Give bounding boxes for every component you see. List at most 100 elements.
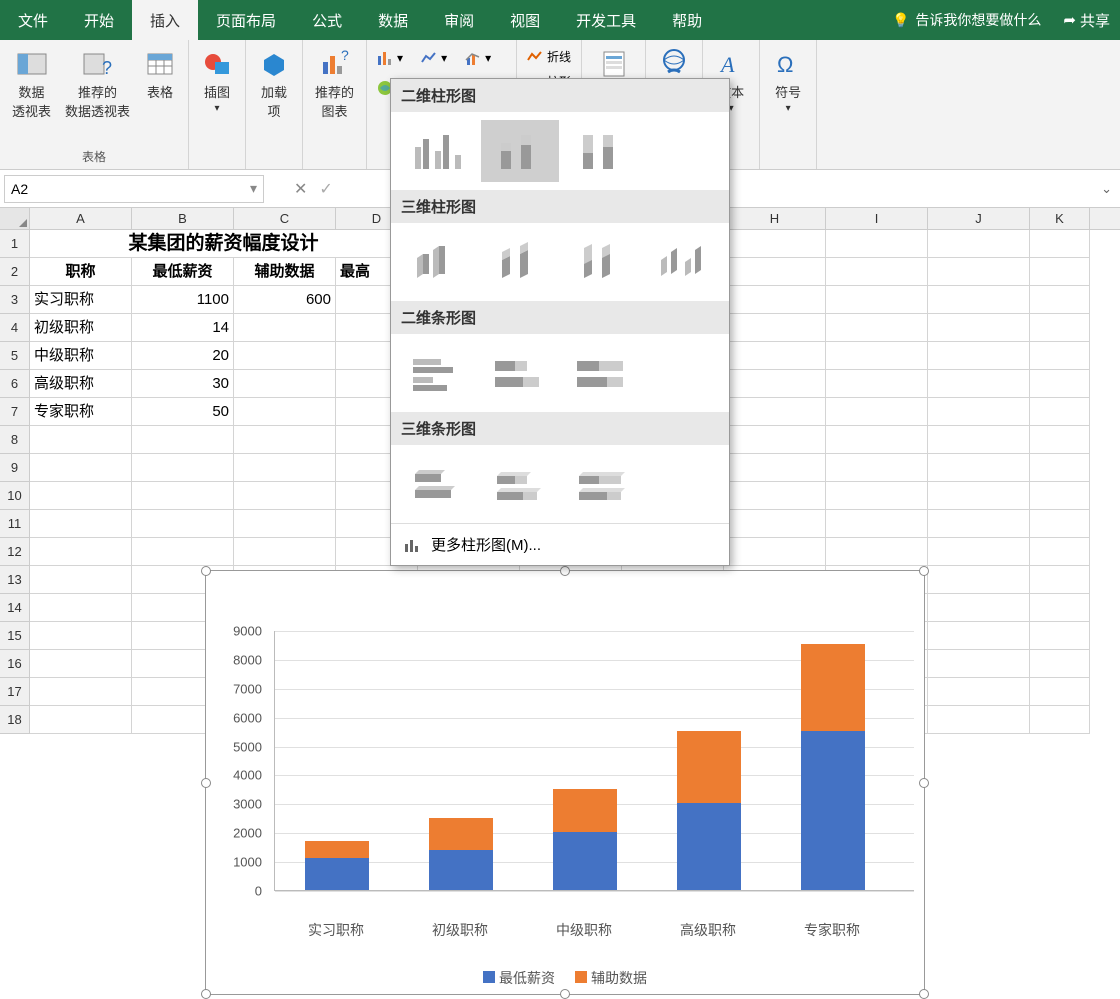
row-header[interactable]: 13 <box>0 566 30 594</box>
row-header[interactable]: 10 <box>0 482 30 510</box>
chart-thumb-3d-100stacked-bar[interactable] <box>563 453 641 515</box>
data-cell[interactable]: 高级职称 <box>30 370 132 398</box>
data-cell[interactable]: 中级职称 <box>30 342 132 370</box>
symbol-button[interactable]: Ω 符号 ▾ <box>768 44 808 118</box>
addin-label: 加载 项 <box>261 82 287 120</box>
rec-chart-label: 推荐的 图表 <box>315 82 354 120</box>
data-cell[interactable]: 初级职称 <box>30 314 132 342</box>
row-header[interactable]: 9 <box>0 454 30 482</box>
col-header[interactable]: J <box>928 208 1030 229</box>
chart-thumb-3d-stacked[interactable] <box>481 231 559 293</box>
row-header[interactable]: 3 <box>0 286 30 314</box>
symbol-icon: Ω <box>772 48 804 80</box>
chart-thumb-3d-clustered-bar[interactable] <box>399 453 477 515</box>
data-cell[interactable]: 14 <box>132 314 234 342</box>
col-header[interactable]: A <box>30 208 132 229</box>
chart-thumb-3d-stacked-bar[interactable] <box>481 453 559 515</box>
tab-developer[interactable]: 开发工具 <box>558 0 654 40</box>
embedded-chart[interactable]: 0100020003000400050006000700080009000 实习… <box>205 570 925 995</box>
row-header[interactable]: 6 <box>0 370 30 398</box>
share-button[interactable]: ➦ 共享 <box>1053 10 1120 31</box>
data-cell[interactable]: 30 <box>132 370 234 398</box>
tell-me[interactable]: 💡 告诉我你想要做什么 <box>880 10 1053 30</box>
col-header[interactable]: C <box>234 208 336 229</box>
row-header[interactable]: 18 <box>0 706 30 734</box>
data-cell[interactable]: 专家职称 <box>30 398 132 426</box>
pivot-label: 数据 透视表 <box>12 82 51 120</box>
dd-section-3d-bar: 三维条形图 <box>391 412 729 445</box>
header-cell[interactable]: 职称 <box>30 258 132 286</box>
tab-review[interactable]: 审阅 <box>426 0 492 40</box>
more-column-charts[interactable]: 更多柱形图(M)... <box>391 523 729 565</box>
line-chart-icon <box>421 50 437 66</box>
tab-pagelayout[interactable]: 页面布局 <box>198 0 294 40</box>
addins-button[interactable]: 加载 项 <box>254 44 294 124</box>
row-header[interactable]: 1 <box>0 230 30 258</box>
chart-thumb-clustered-column[interactable] <box>399 120 477 182</box>
recommended-charts-button[interactable]: ? 推荐的 图表 <box>311 44 358 124</box>
data-cell[interactable]: 600 <box>234 286 336 314</box>
data-cell[interactable]: 20 <box>132 342 234 370</box>
chart-thumb-3d-clustered[interactable] <box>399 231 477 293</box>
column-chart-button[interactable]: ▾ <box>375 48 405 68</box>
tab-data[interactable]: 数据 <box>360 0 426 40</box>
row-header[interactable]: 4 <box>0 314 30 342</box>
header-cell[interactable]: 最低薪资 <box>132 258 234 286</box>
line-chart-button[interactable]: ▾ <box>419 48 449 68</box>
row-header[interactable]: 15 <box>0 622 30 650</box>
x-axis-labels: 实习职称初级职称中级职称高级职称专家职称 <box>274 920 914 946</box>
row-header[interactable]: 14 <box>0 594 30 622</box>
tab-view[interactable]: 视图 <box>492 0 558 40</box>
header-cell[interactable]: 辅助数据 <box>234 258 336 286</box>
chart-thumb-stacked-column[interactable] <box>481 120 559 182</box>
select-all-corner[interactable] <box>0 208 30 229</box>
chart-thumb-stacked-bar[interactable] <box>481 342 559 404</box>
tell-me-label: 告诉我你想要做什么 <box>915 10 1041 30</box>
spark-line-label: 折线 <box>547 48 571 65</box>
data-cell[interactable]: 50 <box>132 398 234 426</box>
bulb-icon: 💡 <box>892 12 909 29</box>
chart-thumb-3d-100stacked[interactable] <box>562 231 640 293</box>
chart-thumb-clustered-bar[interactable] <box>399 342 477 404</box>
recommended-pivot-button[interactable]: ? 推荐的 数据透视表 <box>61 44 134 124</box>
data-cell[interactable]: 1100 <box>132 286 234 314</box>
row-header[interactable]: 17 <box>0 678 30 706</box>
confirm-formula-button[interactable]: ✓ <box>319 179 332 199</box>
chart-plot-area[interactable]: 0100020003000400050006000700080009000 实习… <box>218 631 914 946</box>
sparkline-line-button[interactable]: 折线 <box>525 46 573 67</box>
chart-legend[interactable]: 最低薪资 辅助数据 <box>206 968 924 988</box>
tab-formulas[interactable]: 公式 <box>294 0 360 40</box>
illus-label: 插图 <box>204 82 230 101</box>
expand-formula-icon[interactable]: ⌄ <box>1101 181 1112 197</box>
tables-group-label: 表格 <box>82 146 106 167</box>
tab-help[interactable]: 帮助 <box>654 0 720 40</box>
illustrations-button[interactable]: 插图 ▾ <box>197 44 237 118</box>
tab-insert[interactable]: 插入 <box>132 0 198 40</box>
cancel-formula-button[interactable]: ✕ <box>294 179 307 199</box>
name-box[interactable]: A2 ▾ <box>4 175 264 203</box>
chart-thumb-100stacked-bar[interactable] <box>563 342 641 404</box>
col-header[interactable]: K <box>1030 208 1090 229</box>
share-icon: ➦ <box>1063 11 1076 29</box>
row-header[interactable]: 11 <box>0 510 30 538</box>
row-header[interactable]: 16 <box>0 650 30 678</box>
tab-file[interactable]: 文件 <box>0 0 66 40</box>
chart-thumb-100stacked-column[interactable] <box>563 120 641 182</box>
combo-chart-button[interactable]: ▾ <box>463 48 493 68</box>
row-header[interactable]: 7 <box>0 398 30 426</box>
data-cell[interactable]: 实习职称 <box>30 286 132 314</box>
chart-thumb-3d-column[interactable] <box>644 231 722 293</box>
link-icon <box>658 48 690 80</box>
chart-icon <box>403 536 421 554</box>
table-button[interactable]: 表格 <box>140 44 180 124</box>
pivot-table-button[interactable]: 数据 透视表 <box>8 44 55 124</box>
col-header[interactable]: B <box>132 208 234 229</box>
title-cell[interactable]: 某集团的薪资幅度设计 <box>30 230 418 258</box>
col-header[interactable]: H <box>724 208 826 229</box>
col-header[interactable]: I <box>826 208 928 229</box>
row-header[interactable]: 2 <box>0 258 30 286</box>
tab-home[interactable]: 开始 <box>66 0 132 40</box>
row-header[interactable]: 8 <box>0 426 30 454</box>
row-header[interactable]: 5 <box>0 342 30 370</box>
row-header[interactable]: 12 <box>0 538 30 566</box>
